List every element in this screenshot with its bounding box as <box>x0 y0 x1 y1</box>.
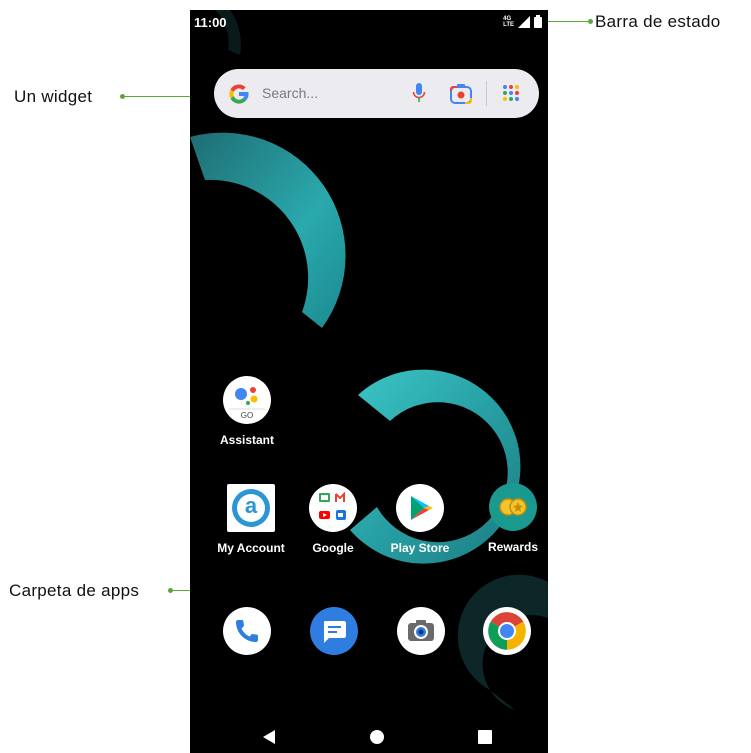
app-folder-google[interactable]: Google <box>288 484 378 555</box>
google-search-widget[interactable]: Search... <box>214 69 539 118</box>
battery-icon <box>534 15 542 28</box>
lens-camera-icon[interactable] <box>450 84 472 104</box>
app-label-play-store: Play Store <box>390 541 450 555</box>
status-icons: 4G LTE <box>503 15 542 28</box>
chrome-icon <box>488 612 526 650</box>
search-placeholder: Search... <box>262 85 319 101</box>
dock-camera[interactable] <box>397 607 445 655</box>
play-store-icon <box>396 484 444 532</box>
my-account-icon: a <box>227 484 275 532</box>
dock-messages[interactable] <box>310 607 358 655</box>
microphone-icon[interactable] <box>412 82 426 104</box>
network-type-icon: 4G LTE <box>503 16 514 28</box>
home-icon[interactable] <box>369 729 385 745</box>
app-play-store[interactable]: Play Store <box>375 484 465 555</box>
app-label-google: Google <box>312 541 354 555</box>
back-icon[interactable] <box>261 729 277 745</box>
network-lte: LTE <box>503 21 514 28</box>
app-my-account[interactable]: a My Account <box>206 484 296 555</box>
wallpaper-arc-top-left <box>190 132 346 328</box>
status-bar: 11:00 4G LTE <box>190 10 548 36</box>
signal-icon <box>518 15 530 28</box>
google-folder-icon <box>309 484 357 532</box>
phone-icon <box>236 620 258 642</box>
callout-widget-dot <box>120 94 125 99</box>
messages-icon <box>324 621 346 643</box>
recents-icon[interactable] <box>477 729 493 745</box>
rewards-icon <box>489 483 537 531</box>
app-grid-icon[interactable] <box>502 84 520 102</box>
app-rewards[interactable]: Rewards <box>468 483 548 554</box>
callout-status-bar-line <box>548 21 592 22</box>
assistant-icon: GO <box>223 376 271 424</box>
assistant-go-badge: GO <box>240 411 254 420</box>
app-label-assistant: Assistant <box>219 433 275 447</box>
navigation-bar <box>190 716 548 753</box>
camera-icon <box>408 620 434 641</box>
callout-status-bar-dot <box>588 19 593 24</box>
callout-status-bar-label: Barra de estado <box>595 12 721 31</box>
google-logo-icon <box>229 84 249 104</box>
app-label-rewards: Rewards <box>487 540 539 554</box>
my-account-glyph: a <box>244 493 258 518</box>
phone-screen: 11:00 4G LTE Search... GO Assistant a My… <box>190 10 548 753</box>
app-assistant[interactable]: GO Assistant <box>202 376 292 447</box>
dock-phone[interactable] <box>223 607 271 655</box>
widget-divider <box>486 81 487 106</box>
callout-app-folder-label: Carpeta de apps <box>9 581 140 600</box>
callout-app-folder-dot <box>168 588 173 593</box>
callout-widget-label: Un widget <box>14 87 93 106</box>
app-label-my-account: My Account <box>217 541 285 555</box>
dock-chrome[interactable] <box>483 607 531 655</box>
status-time: 11:00 <box>194 15 227 30</box>
